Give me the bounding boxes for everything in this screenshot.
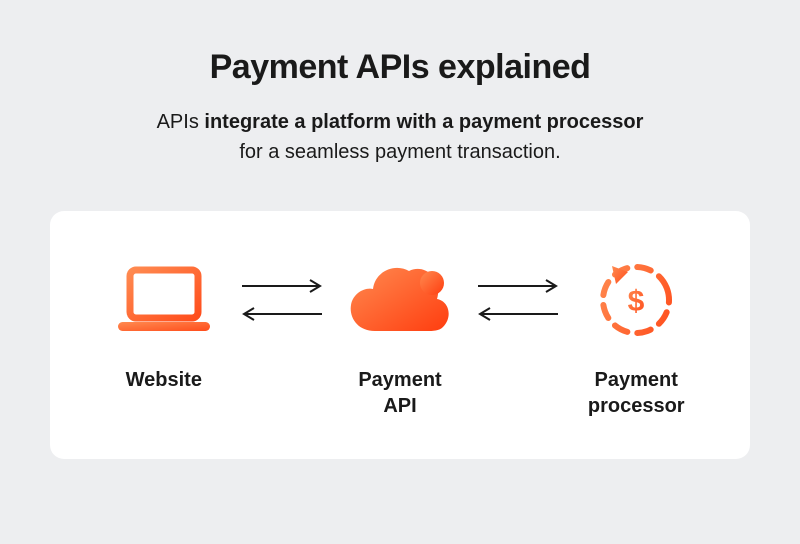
node-payment-processor-label: Payment processor — [588, 367, 685, 419]
svg-text:$: $ — [628, 285, 645, 318]
node-website: Website — [90, 255, 238, 393]
cloud-icon — [345, 255, 455, 345]
arrow-right-icon — [476, 279, 560, 293]
dollar-circle-icon: $ — [594, 255, 678, 345]
arrow-left-icon — [476, 307, 560, 321]
diagram-card: Website Payment API — [50, 211, 750, 459]
subtitle-lead: APIs — [157, 111, 205, 133]
page-title: Payment APIs explained — [210, 48, 591, 87]
node-payment-api-label: Payment API — [358, 367, 441, 419]
arrows-api-processor — [474, 255, 563, 345]
arrow-left-icon — [240, 307, 324, 321]
node-website-label: Website — [126, 367, 202, 393]
subtitle-tail: for a seamless payment transaction. — [157, 137, 644, 167]
arrow-right-icon — [240, 279, 324, 293]
subtitle: APIs integrate a platform with a payment… — [157, 107, 644, 167]
laptop-icon — [116, 255, 212, 345]
node-payment-api: Payment API — [326, 255, 474, 419]
subtitle-bold: integrate a platform with a payment proc… — [204, 111, 643, 133]
node-payment-processor: $ Payment processor — [562, 255, 710, 419]
arrows-website-api — [238, 255, 327, 345]
